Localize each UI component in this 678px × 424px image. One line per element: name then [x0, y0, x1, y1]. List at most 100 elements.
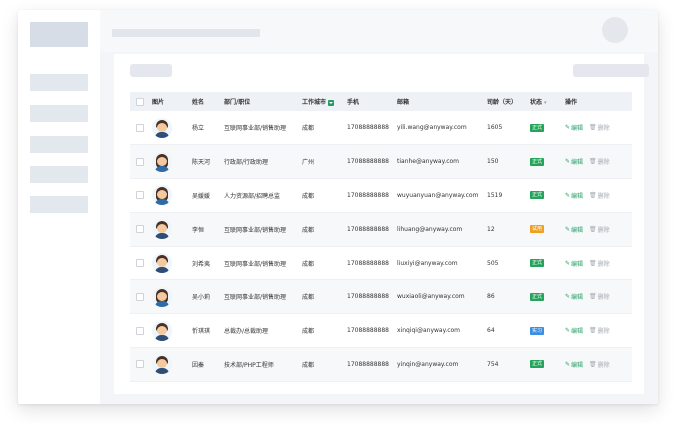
header-email: 邮箱: [397, 99, 410, 106]
email-cell: yinqin@anyway.com: [397, 360, 459, 368]
row-select-cell: [130, 246, 152, 280]
employee-table: 图片 姓名 部门/职位 工作城市 手机 邮箱 司龄（天） 状态 ▾ 操作 杨立 互联…: [130, 92, 632, 382]
photo-cell: [152, 280, 192, 314]
trash-icon: 🗑: [589, 124, 597, 132]
row-select-cell: [130, 145, 152, 179]
row-checkbox[interactable]: [136, 157, 144, 166]
city-cell: 成都: [302, 192, 315, 200]
row-select-cell: [130, 280, 152, 314]
male-avatar: [152, 117, 172, 138]
user-avatar[interactable]: [602, 17, 628, 43]
edit-button[interactable]: ✎ 编辑: [565, 157, 583, 166]
photo-cell: [152, 348, 192, 382]
sidebar-item-3[interactable]: [30, 136, 88, 153]
delete-button[interactable]: 🗑 删除: [589, 157, 610, 166]
edit-button[interactable]: ✎ 编辑: [565, 259, 583, 268]
edit-icon: ✎: [565, 158, 571, 166]
tenure-cell: 505: [487, 259, 499, 267]
row-checkbox[interactable]: [136, 191, 144, 200]
header-dept: 部门/职位: [224, 99, 251, 106]
sidebar-item-5[interactable]: [30, 196, 88, 213]
delete-button[interactable]: 🗑 删除: [589, 191, 610, 200]
delete-button[interactable]: 🗑 删除: [589, 326, 610, 335]
dept-cell: 人力资源部/招聘总监: [224, 192, 281, 200]
status-badge: 正式: [530, 259, 545, 268]
phone-cell: 17088888888: [347, 225, 389, 233]
edit-label: 编辑: [571, 328, 584, 336]
actions-cell: ✎ 编辑 🗑 删除: [565, 145, 632, 179]
main-content: 图片 姓名 部门/职位 工作城市 手机 邮箱 司龄（天） 状态 ▾ 操作 杨立 互联…: [114, 54, 649, 394]
female-avatar: [152, 185, 172, 206]
trash-icon: 🗑: [589, 327, 597, 335]
male-avatar: [152, 354, 172, 375]
delete-label: 删除: [597, 361, 610, 369]
toolbar-button-right[interactable]: [573, 64, 649, 77]
edit-button[interactable]: ✎ 编辑: [565, 326, 583, 335]
row-select-cell: [130, 212, 152, 246]
male-avatar: [152, 219, 172, 240]
header-city[interactable]: 工作城市: [302, 92, 347, 111]
delete-label: 删除: [597, 226, 610, 234]
dept-cell: 互联网事业部/销售助理: [224, 226, 287, 234]
email-cell: wuxiaoli@anyway.com: [397, 293, 465, 301]
row-checkbox[interactable]: [136, 225, 144, 234]
delete-button[interactable]: 🗑 删除: [589, 225, 610, 234]
row-checkbox[interactable]: [136, 292, 144, 301]
delete-button[interactable]: 🗑 删除: [589, 123, 610, 132]
trash-icon: 🗑: [589, 293, 597, 301]
table-header-row: 图片 姓名 部门/职位 工作城市 手机 邮箱 司龄（天） 状态 ▾ 操作: [130, 92, 632, 111]
delete-button[interactable]: 🗑 删除: [589, 259, 610, 268]
city-cell: 成都: [302, 125, 315, 133]
edit-label: 编辑: [571, 294, 584, 302]
tenure-cell: 1605: [487, 124, 503, 132]
table-row: 李恒 互联网事业部/销售助理 成都 17088888888 lihuang@anyway…: [130, 212, 632, 247]
row-checkbox[interactable]: [136, 123, 144, 132]
table-row: 刘希夷 互联网事业部/销售助理 成都 17088888888 liuxiyi@anywa…: [130, 246, 632, 280]
delete-label: 删除: [597, 125, 610, 133]
phone-cell: 17088888888: [347, 259, 389, 267]
row-select-cell: [130, 348, 152, 382]
city-cell: 成都: [302, 260, 315, 268]
email-cell: tianhe@anyway.com: [397, 158, 460, 166]
name-cell: 刘希夷: [192, 260, 211, 268]
tenure-cell: 150: [487, 158, 499, 166]
delete-button[interactable]: 🗑 删除: [589, 292, 610, 301]
sidebar: [18, 10, 100, 404]
select-all-checkbox[interactable]: [136, 97, 144, 106]
chevron-down-icon[interactable]: ▾: [544, 100, 547, 106]
edit-label: 编辑: [571, 361, 584, 369]
header-status-label: 状态: [530, 99, 543, 106]
edit-button[interactable]: ✎ 编辑: [565, 191, 583, 200]
header-phone: 手机: [347, 99, 360, 106]
trash-icon: 🗑: [589, 191, 597, 199]
email-cell: yili.wang@anyway.com: [397, 124, 467, 132]
female-avatar: [152, 151, 172, 172]
toolbar-button-left[interactable]: [130, 64, 172, 77]
actions-cell: ✎ 编辑 🗑 删除: [565, 280, 632, 314]
edit-button[interactable]: ✎ 编辑: [565, 360, 583, 369]
edit-button[interactable]: ✎ 编辑: [565, 225, 583, 234]
edit-button[interactable]: ✎ 编辑: [565, 292, 583, 301]
breadcrumb-placeholder: [112, 29, 260, 37]
photo-cell: [152, 314, 192, 348]
edit-button[interactable]: ✎ 编辑: [565, 123, 583, 132]
status-cell: 试用: [530, 212, 565, 246]
header-status[interactable]: 状态 ▾: [530, 92, 565, 111]
status-badge: 正式: [530, 191, 545, 200]
email-cell: lihuang@anyway.com: [397, 225, 463, 233]
delete-label: 删除: [597, 192, 610, 200]
delete-button[interactable]: 🗑 删除: [589, 360, 610, 369]
sidebar-item-4[interactable]: [30, 166, 88, 183]
row-checkbox[interactable]: [136, 326, 144, 335]
header-tenure: 司龄（天）: [487, 99, 518, 106]
sidebar-item-2[interactable]: [30, 105, 88, 122]
row-checkbox[interactable]: [136, 259, 144, 268]
email-cell: wuyuanyuan@anyway.com: [397, 191, 479, 199]
status-badge: 正式: [530, 360, 545, 369]
female-avatar: [152, 286, 172, 307]
filter-icon[interactable]: [328, 99, 335, 106]
trash-icon: 🗑: [589, 259, 597, 267]
sidebar-item-1[interactable]: [30, 74, 88, 91]
city-cell: 成都: [302, 294, 315, 302]
row-checkbox[interactable]: [136, 360, 144, 369]
